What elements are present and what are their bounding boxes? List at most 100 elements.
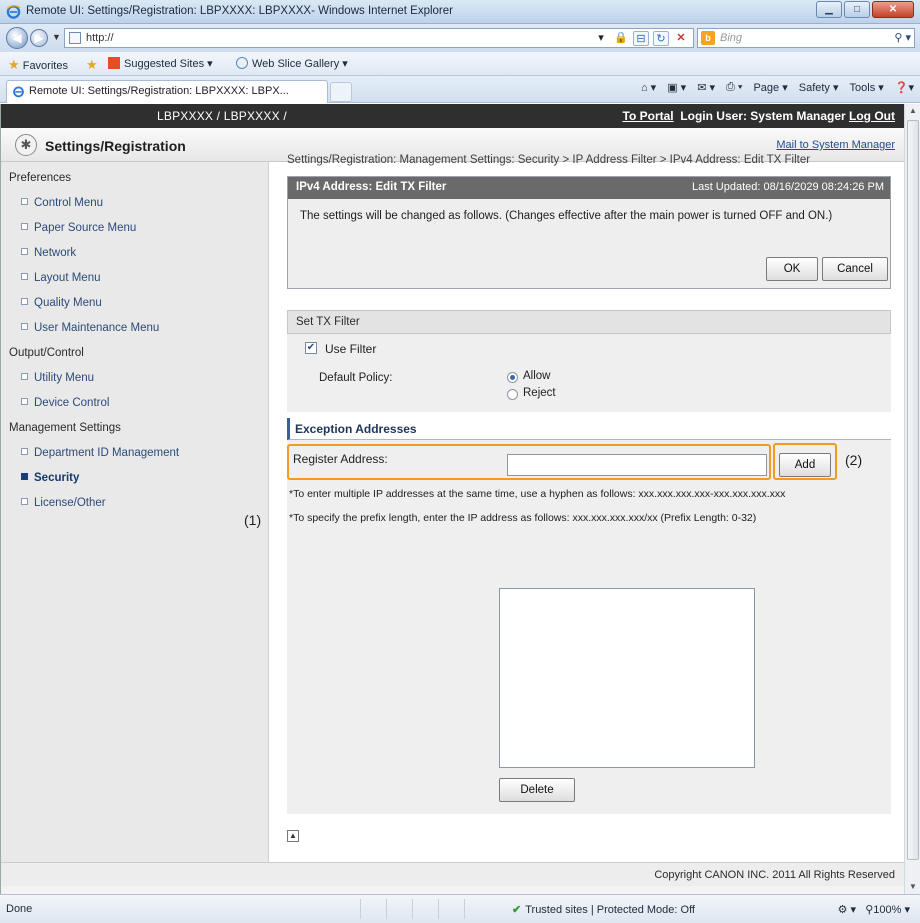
sidebar: Preferences Control Menu Paper Source Me… <box>1 162 269 882</box>
home-icon[interactable]: ⌂ ▾ <box>641 81 656 94</box>
bing-icon: b <box>701 31 715 45</box>
security-zone[interactable]: ✔ Trusted sites | Protected Mode: Off <box>512 903 695 916</box>
confirmation-panel: IPv4 Address: Edit TX Filter Last Update… <box>287 176 891 289</box>
compatibility-view-icon[interactable]: ⊟ <box>633 31 649 46</box>
feeds-icon[interactable]: ▣ ▾ <box>667 81 686 94</box>
add-button[interactable]: Add <box>779 453 831 477</box>
address-list[interactable] <box>499 588 755 768</box>
sidebar-item-quality-menu[interactable]: Quality Menu <box>21 297 102 309</box>
mail-to-system-manager-link[interactable]: Mail to System Manager <box>776 139 895 151</box>
address-dropdown-icon[interactable]: ▾ <box>593 31 609 46</box>
reject-radio[interactable] <box>507 389 518 400</box>
search-placeholder: Bing <box>720 32 743 44</box>
tab-favicon-icon <box>13 86 24 98</box>
status-bar: Done ✔ Trusted sites | Protected Mode: Of… <box>0 894 920 923</box>
page-menu[interactable]: Page ▾ <box>753 81 787 94</box>
favorites-button[interactable]: ★ Favorites <box>8 57 68 73</box>
use-filter-checkbox[interactable]: ✔ <box>305 342 317 354</box>
tab-title: Remote UI: Settings/Registration: LBPXXX… <box>29 85 289 97</box>
bullet-icon <box>21 198 28 205</box>
exception-addresses-heading: Exception Addresses <box>287 418 891 440</box>
copyright-bar: Copyright CANON INC. 2011 All Rights Res… <box>1 862 904 886</box>
sidebar-item-control-menu[interactable]: Control Menu <box>21 197 103 209</box>
refresh-icon[interactable]: ↻ <box>653 31 669 46</box>
bullet-icon <box>21 473 28 480</box>
vertical-scrollbar[interactable]: ▲ ▼ <box>904 104 920 894</box>
confirmation-bar: IPv4 Address: Edit TX Filter Last Update… <box>288 177 890 199</box>
exception-addresses-body: Register Address: Add (2) *To enter mult… <box>287 440 891 814</box>
bullet-icon <box>21 298 28 305</box>
horizontal-scrollbar[interactable] <box>1 886 904 894</box>
tools-menu[interactable]: Tools ▾ <box>850 81 884 94</box>
bullet-icon <box>21 273 28 280</box>
web-slice-gallery-link[interactable]: Web Slice Gallery ▾ <box>236 57 348 70</box>
callout-number-2: (2) <box>845 452 863 468</box>
sidebar-item-paper-source-menu[interactable]: Paper Source Menu <box>21 222 136 234</box>
ok-button[interactable]: OK <box>766 257 818 281</box>
default-policy-label: Default Policy: <box>319 372 393 384</box>
address-bar-row: ◀ ▶ ▼ http:// ▾ 🔒 ⊟ ↻ ✕ b Bing ⚲ ▾ <box>0 24 920 52</box>
back-button[interactable]: ◀ <box>6 27 28 49</box>
confirmation-message: The settings will be changed as follows.… <box>300 210 833 222</box>
status-text: Done <box>6 903 33 915</box>
tab-bar: Remote UI: Settings/Registration: LBPXXX… <box>0 76 920 103</box>
maximize-button[interactable]: □ <box>844 1 870 18</box>
page-icon <box>69 32 81 44</box>
log-out-link[interactable]: Log Out <box>849 109 895 123</box>
register-address-input[interactable] <box>507 454 767 476</box>
breadcrumb: Settings/Registration: Management Settin… <box>287 154 811 166</box>
sidebar-item-department-id-management[interactable]: Department ID Management <box>21 447 179 459</box>
address-field[interactable]: http:// ▾ 🔒 ⊟ ↻ ✕ <box>64 28 694 48</box>
sidebar-item-layout-menu[interactable]: Layout Menu <box>21 272 101 284</box>
read-mail-icon[interactable]: ✉ ▾ <box>697 81 715 94</box>
bullet-icon <box>21 498 28 505</box>
last-updated-text: Last Updated: 08/16/2029 08:24:26 PM <box>691 181 884 193</box>
search-box[interactable]: b Bing ⚲ ▾ <box>697 28 915 48</box>
scroll-up-icon[interactable]: ▲ <box>905 104 920 118</box>
bullet-icon <box>21 448 28 455</box>
print-icon[interactable]: ⎙ ▾ <box>726 81 742 94</box>
command-bar: ⌂ ▾ ▣ ▾ ✉ ▾ ⎙ ▾ Page ▾ Safety ▾ Tools ▾ … <box>641 81 914 94</box>
url-text[interactable]: http:// <box>86 32 114 44</box>
page-top-icon[interactable]: ▲ <box>287 830 299 842</box>
check-icon: ✔ <box>512 904 522 916</box>
scroll-thumb[interactable] <box>907 120 919 860</box>
safety-menu[interactable]: Safety ▾ <box>799 81 839 94</box>
search-icon[interactable]: ⚲ ▾ <box>894 31 911 44</box>
bullet-icon <box>21 398 28 405</box>
web-slice-icon <box>236 57 248 69</box>
status-panes <box>360 899 490 919</box>
cancel-button[interactable]: Cancel <box>822 257 888 281</box>
window-titlebar: Remote UI: Settings/Registration: LBPXXX… <box>0 0 920 24</box>
forward-button[interactable]: ▶ <box>30 29 48 47</box>
zoom-control[interactable]: ⚙ ▾ ⚲100% ▾ <box>838 903 910 916</box>
device-band: LBPXXXX / LBPXXXX / To Portal Login User… <box>1 104 904 128</box>
new-tab-button[interactable] <box>330 82 352 102</box>
stop-icon[interactable]: ✕ <box>673 31 689 46</box>
close-window-button[interactable]: ✕ <box>872 1 914 18</box>
favorites-bar: ★ Favorites ★ Suggested Sites ▾ Web Slic… <box>0 52 920 76</box>
sidebar-item-network[interactable]: Network <box>21 247 76 259</box>
sidebar-item-license-other[interactable]: License/Other <box>21 497 106 509</box>
sidebar-item-security[interactable]: Security <box>21 472 79 484</box>
allow-label: Allow <box>523 370 551 382</box>
suggested-sites-link[interactable]: Suggested Sites ▾ <box>108 57 213 70</box>
lock-icon[interactable]: 🔒 <box>613 31 629 46</box>
allow-radio[interactable] <box>507 372 518 383</box>
sidebar-item-utility-menu[interactable]: Utility Menu <box>21 372 94 384</box>
add-favorite-icon[interactable]: ★ <box>86 57 98 73</box>
tx-filter-body: ✔ Use Filter Default Policy: Allow Rejec… <box>287 334 891 412</box>
to-portal-link[interactable]: To Portal <box>623 109 674 123</box>
delete-button[interactable]: Delete <box>499 778 575 802</box>
sidebar-item-user-maintenance-menu[interactable]: User Maintenance Menu <box>21 322 159 334</box>
register-address-label: Register Address: <box>293 452 388 466</box>
bullet-icon <box>21 223 28 230</box>
scroll-down-icon[interactable]: ▼ <box>905 880 920 894</box>
help-icon[interactable]: ❓▾ <box>895 81 914 94</box>
minimize-button[interactable]: ▁ <box>816 1 842 18</box>
bullet-icon <box>21 323 28 330</box>
page-title: Settings/Registration <box>45 138 186 154</box>
sidebar-item-device-control[interactable]: Device Control <box>21 397 109 409</box>
history-dropdown-icon[interactable]: ▼ <box>52 32 61 42</box>
browser-tab[interactable]: Remote UI: Settings/Registration: LBPXXX… <box>6 80 328 103</box>
